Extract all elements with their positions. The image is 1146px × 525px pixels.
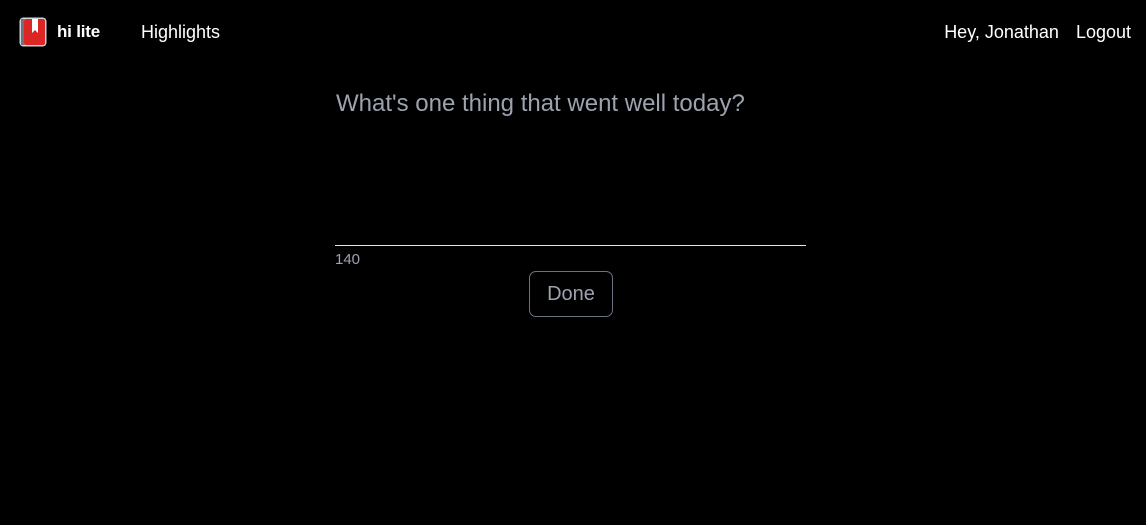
- user-greeting: Hey, Jonathan: [944, 22, 1059, 42]
- highlight-composer: 140 Done: [335, 84, 806, 317]
- highlight-input[interactable]: [335, 84, 806, 246]
- user-menu: Hey, Jonathan Logout: [944, 20, 1131, 44]
- done-button[interactable]: Done: [529, 271, 613, 317]
- logout-link[interactable]: Logout: [1076, 20, 1131, 44]
- top-nav: hi lite Highlights Hey, Jonathan Logout: [0, 0, 1146, 64]
- brand-home-link[interactable]: hi lite: [19, 17, 100, 47]
- character-counter: 140: [335, 251, 361, 268]
- brand-name: hi lite: [57, 22, 100, 41]
- bookmark-book-icon: [19, 17, 47, 47]
- nav-link-highlights[interactable]: Highlights: [141, 20, 220, 44]
